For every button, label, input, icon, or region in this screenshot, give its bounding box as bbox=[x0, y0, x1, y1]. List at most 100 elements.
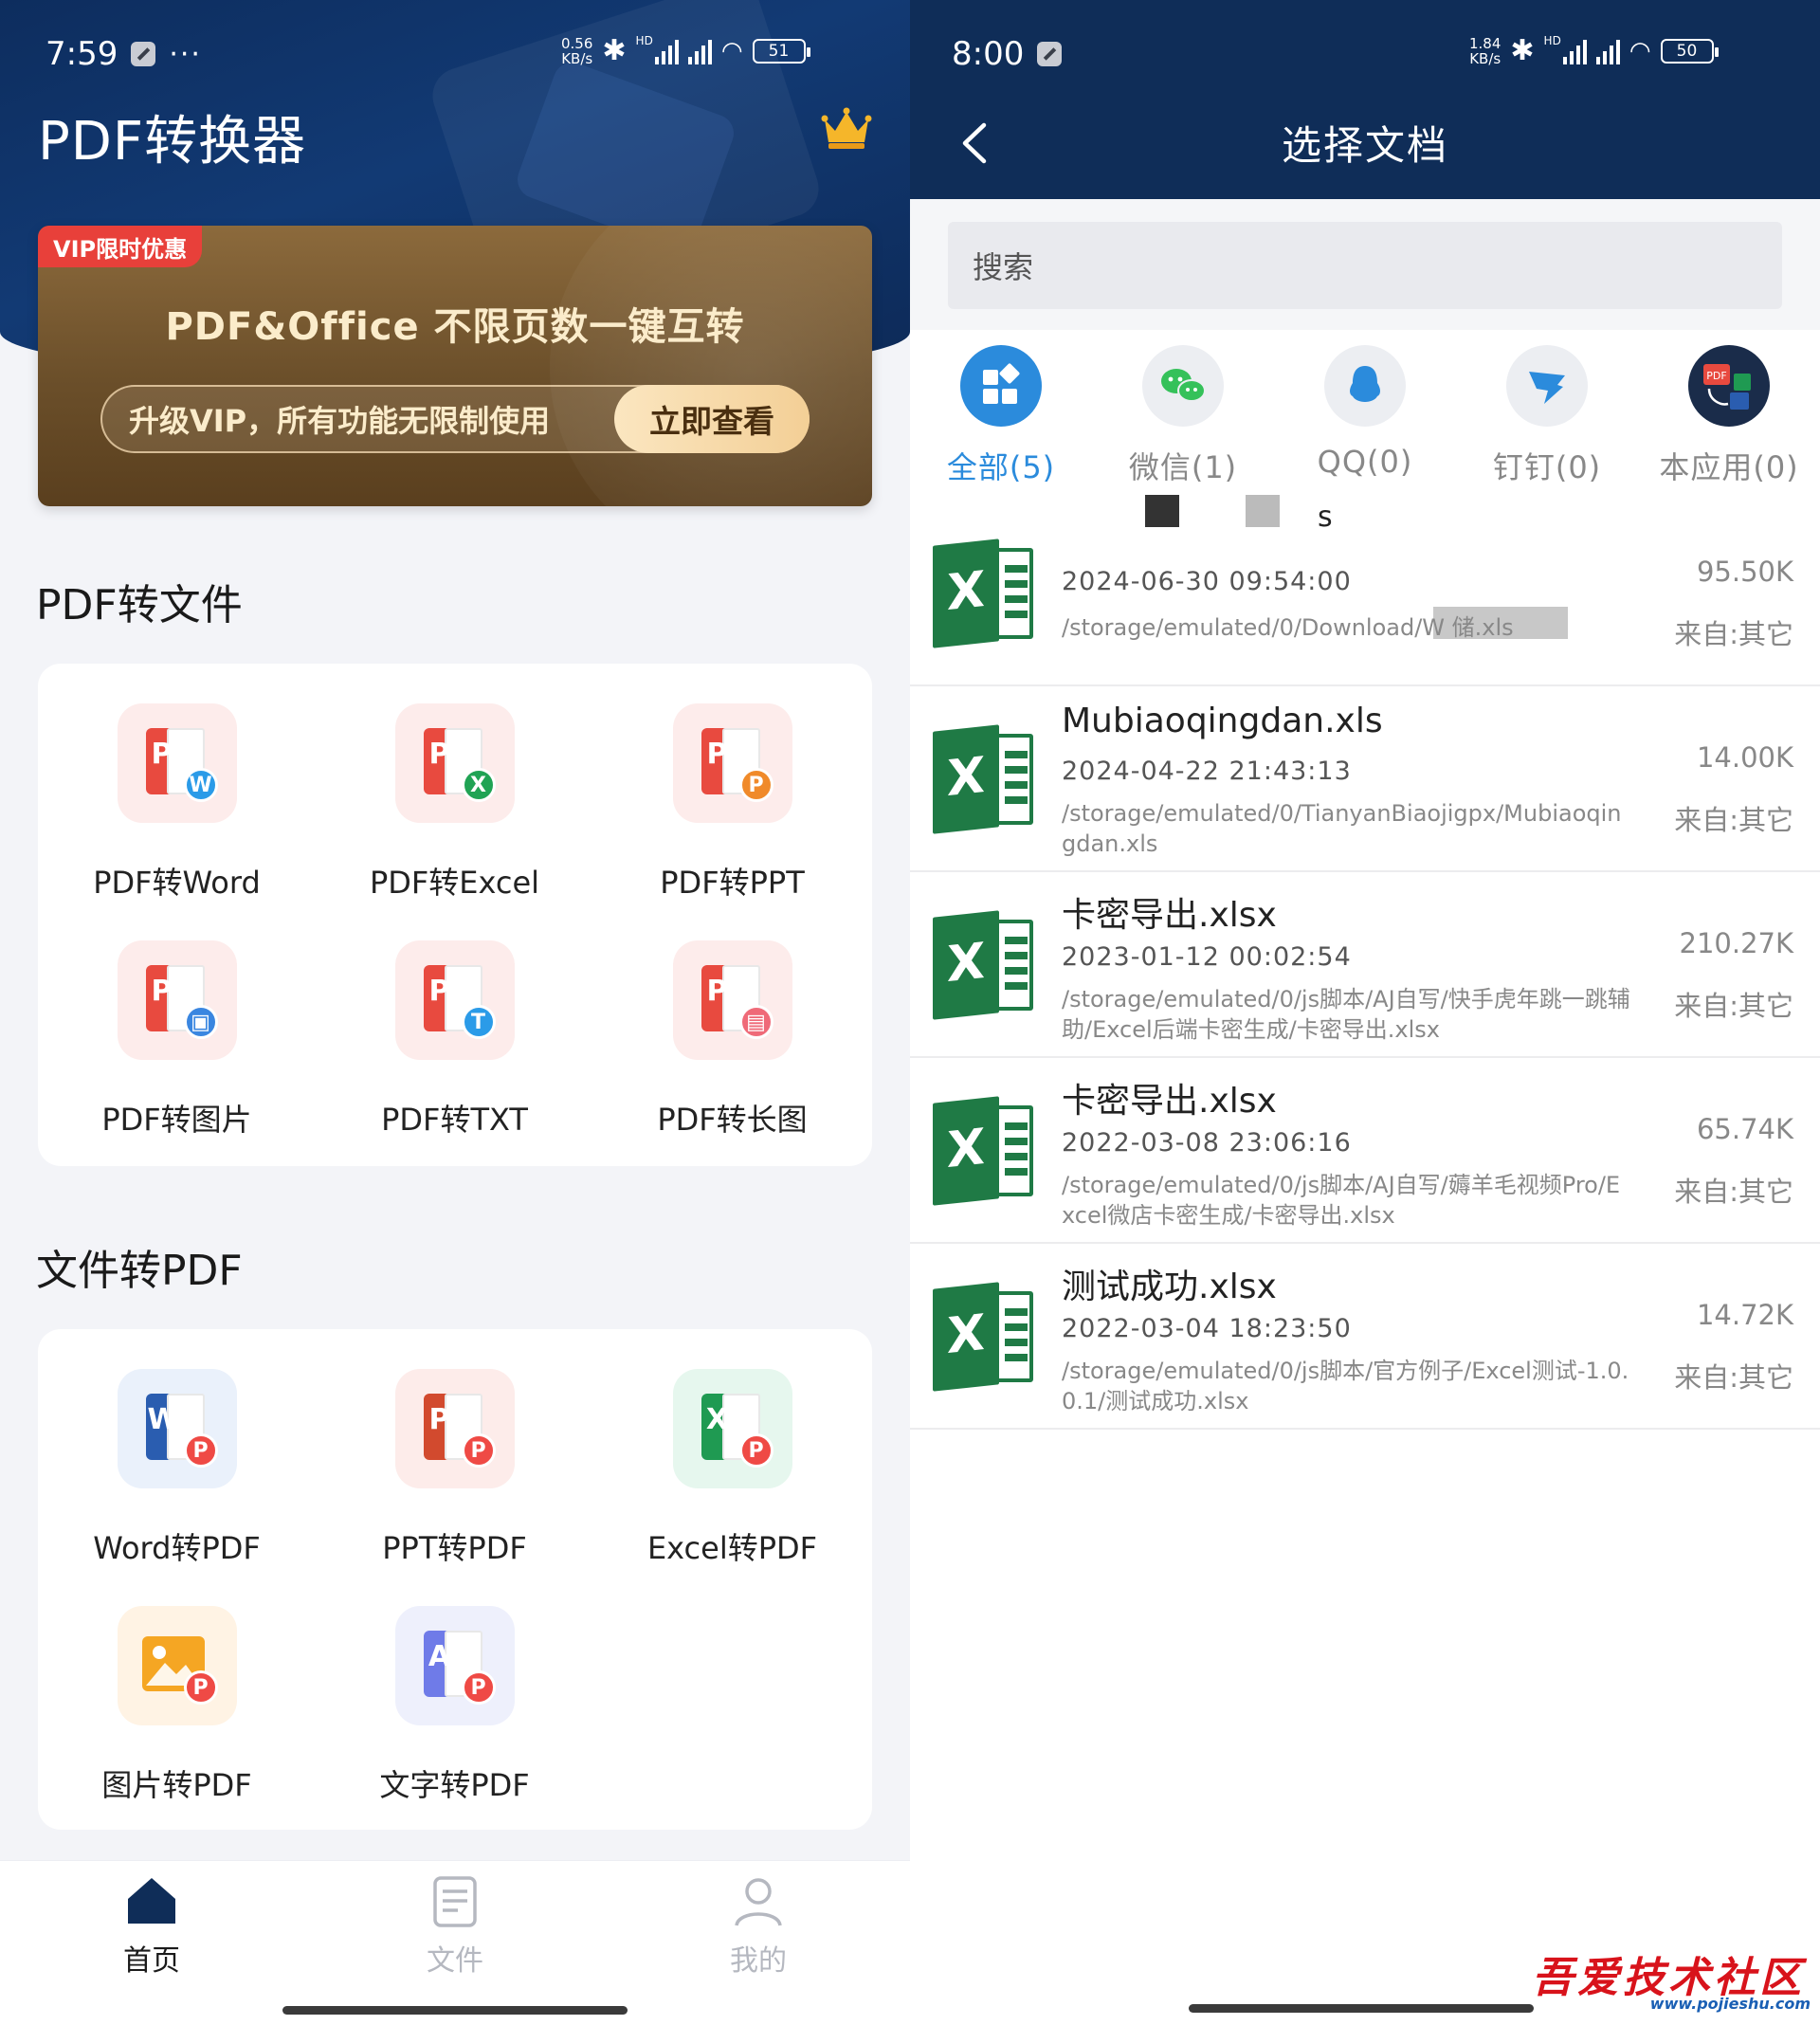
signal-icon bbox=[687, 38, 712, 64]
doc-letter: P bbox=[428, 738, 450, 771]
vip-banner[interactable]: VIP限时优惠 PDF&Office 不限页数一键互转 升级VIP，所有功能无限… bbox=[38, 226, 872, 506]
bluetooth-icon: ✱ bbox=[602, 34, 627, 67]
pdf-badge: P bbox=[183, 1433, 218, 1468]
format-badge: ▣ bbox=[183, 1005, 218, 1039]
watermark: 吾爱技术社区 www.pojieshu.com bbox=[1532, 1943, 1816, 2019]
tool-label: PDF转长图 bbox=[657, 1102, 808, 1138]
pdf-to-ppt-icon: PP bbox=[672, 703, 792, 823]
tool-pdf-to-long-image[interactable]: P ▤ PDF转长图 bbox=[593, 940, 871, 1140]
file-path: /storage/emulated/0/js脚本/AJ自写/薅羊毛视频Pro/E… bbox=[1062, 1172, 1621, 1229]
hd-label: HD bbox=[1543, 34, 1561, 47]
search-input[interactable]: 搜索 bbox=[948, 222, 1782, 309]
file-row[interactable]: X Mubiaoqingdan.xls 2024-04-22 21:43:13/st… bbox=[910, 686, 1820, 872]
tool-label: PPT转PDF bbox=[382, 1530, 527, 1566]
file-icon bbox=[428, 1874, 482, 1929]
file-to-pdf-card: W P Word转PDF P P PPT转PDF X P Excel转PDF P 图片转PDF A P 文… bbox=[38, 1329, 872, 1830]
file-date: 2022-03-04 18:23:50 bbox=[1062, 1314, 1352, 1343]
pdf-to-txt-icon: PT bbox=[394, 940, 515, 1060]
file-size: 210.27K bbox=[1679, 927, 1794, 959]
section-title-file-to-pdf: 文件转PDF bbox=[36, 1247, 243, 1295]
excel-file-icon: X bbox=[933, 910, 1035, 1020]
nav-file[interactable]: 文件 bbox=[360, 1874, 550, 1979]
qq-icon bbox=[1324, 345, 1406, 427]
tool-pdf-to-excel[interactable]: P X PDF转Excel bbox=[316, 703, 593, 903]
tool-pdf-to-word[interactable]: P W PDF转Word bbox=[38, 703, 316, 903]
select-document-screen: 8:00 1.84 KB/s ✱ HD ◠ 50 选择文档 搜索 全部(5) 微信(… bbox=[910, 0, 1820, 2025]
file-path: /storage/emulated/0/TianyanBiaojigpx/Mub… bbox=[1062, 800, 1622, 857]
file-row[interactable]: X 卡密导出.xlsx 2022-03-08 23:06:16/storage/em… bbox=[910, 1058, 1820, 1244]
pdf-badge: P bbox=[183, 1670, 218, 1705]
signal-icon bbox=[1595, 38, 1620, 64]
home-icon bbox=[124, 1874, 179, 1929]
crown-icon[interactable] bbox=[821, 106, 872, 150]
doc-letter: W bbox=[147, 1403, 179, 1436]
file-source: 来自:其它 bbox=[1674, 618, 1793, 650]
tab-this-app[interactable]: PDF 本应用(0) bbox=[1638, 345, 1820, 487]
tool-label: PDF转图片 bbox=[101, 1102, 252, 1138]
tool-label: PDF转Word bbox=[93, 865, 261, 901]
file-row[interactable]: X 卡密导出.xlsx 2023-01-12 00:02:54/storage/em… bbox=[910, 872, 1820, 1058]
tab-label: 微信(1) bbox=[1128, 449, 1238, 485]
tool-label: Word转PDF bbox=[93, 1530, 261, 1566]
tool-image-to-pdf[interactable]: P 图片转PDF bbox=[38, 1606, 316, 1805]
tool-label: Excel转PDF bbox=[646, 1530, 818, 1566]
pdf-to-long-image-icon: P ▤ bbox=[672, 940, 792, 1060]
status-bar-left: 7:59 ··· bbox=[46, 32, 202, 76]
file-source: 来自:其它 bbox=[1674, 804, 1793, 836]
text-to-pdf-icon: AP bbox=[394, 1606, 515, 1725]
file-size: 95.50K bbox=[1696, 556, 1793, 588]
wrench-icon bbox=[1037, 42, 1063, 66]
gesture-bar bbox=[282, 2006, 628, 2015]
file-source: 来自:其它 bbox=[1674, 1176, 1793, 1208]
tool-pdf-to-ppt[interactable]: P P PDF转PPT bbox=[593, 703, 871, 903]
dingtalk-icon bbox=[1506, 345, 1588, 427]
nav-home[interactable]: 首页 bbox=[57, 1874, 246, 1979]
nav-label: 文件 bbox=[427, 1944, 483, 1978]
signal-icon bbox=[1562, 38, 1587, 64]
view-now-button[interactable]: 立即查看 bbox=[614, 385, 810, 453]
tab-label: 本应用(0) bbox=[1659, 449, 1799, 485]
battery-icon: 51 bbox=[752, 38, 810, 64]
tab-wechat[interactable]: 微信(1) bbox=[1092, 345, 1274, 487]
source-tabs: 全部(5) 微信(1) QQ(0) 钉钉(0) PDF 本应用(0) bbox=[910, 330, 1820, 501]
file-list: Xs 2024-06-30 09:54:00/storage/emulated/0… bbox=[910, 495, 1820, 1430]
home-screen: 7:59 ··· 0.56 KB/s ✱ HD ◠ 51 PDF转换器 VIP限时… bbox=[0, 0, 910, 2025]
tool-label: PDF转Excel bbox=[369, 865, 540, 901]
tool-pdf-to-txt[interactable]: P T PDF转TXT bbox=[316, 940, 593, 1140]
file-row[interactable]: X 测试成功.xlsx 2022-03-04 18:23:50/storage/em… bbox=[910, 1244, 1820, 1430]
tab-qq[interactable]: QQ(0) bbox=[1274, 345, 1456, 480]
search-area: 搜索 bbox=[910, 199, 1820, 330]
wifi-icon: ◠ bbox=[1629, 36, 1651, 65]
tool-ppt-to-pdf[interactable]: P P PPT转PDF bbox=[316, 1369, 593, 1568]
pdf-to-excel-icon: PX bbox=[394, 703, 515, 823]
tool-excel-to-pdf[interactable]: X P Excel转PDF bbox=[593, 1369, 871, 1568]
tool-pdf-to-image[interactable]: P ▣ PDF转图片 bbox=[38, 940, 316, 1140]
file-name: 卡密导出.xlsx bbox=[1062, 1082, 1277, 1121]
pdf-badge: P bbox=[461, 1433, 496, 1468]
wrench-icon bbox=[131, 42, 156, 66]
nav-user[interactable]: 我的 bbox=[664, 1874, 853, 1979]
file-date: 2024-04-22 21:43:13 bbox=[1062, 757, 1352, 786]
tab-all-grid[interactable]: 全部(5) bbox=[910, 345, 1092, 487]
doc-letter: P bbox=[151, 975, 173, 1008]
more-dots: ··· bbox=[169, 37, 202, 71]
banner-pill: 升级VIP，所有功能无限制使用 立即查看 bbox=[100, 385, 810, 453]
tool-word-to-pdf[interactable]: W P Word转PDF bbox=[38, 1369, 316, 1568]
status-icons: 1.84 KB/s ✱ HD ◠ 50 bbox=[1469, 34, 1719, 67]
excel-file-icon: X bbox=[933, 538, 1035, 648]
ppt-to-pdf-icon: PP bbox=[394, 1369, 515, 1488]
file-size: 14.72K bbox=[1696, 1299, 1793, 1331]
tool-text-to-pdf[interactable]: A P 文字转PDF bbox=[316, 1606, 593, 1805]
bluetooth-icon: ✱ bbox=[1510, 34, 1535, 67]
file-name: s bbox=[1318, 501, 1333, 534]
tab-dingtalk[interactable]: 钉钉(0) bbox=[1456, 345, 1638, 487]
excel-file-icon: X bbox=[933, 1282, 1035, 1392]
redaction-block bbox=[1145, 495, 1179, 527]
word-to-pdf-icon: WP bbox=[117, 1369, 237, 1488]
file-size: 14.00K bbox=[1696, 741, 1793, 774]
pdf-to-file-card: P W PDF转Word P X PDF转Excel P P PDF转PPT P ▣ PDF转图片 P T… bbox=[38, 664, 872, 1166]
file-name: 卡密导出.xlsx bbox=[1062, 896, 1277, 935]
tool-label: PDF转TXT bbox=[381, 1102, 528, 1138]
file-row[interactable]: Xs 2024-06-30 09:54:00/storage/emulated/0… bbox=[910, 495, 1820, 686]
pdf-badge: P bbox=[738, 1433, 774, 1468]
